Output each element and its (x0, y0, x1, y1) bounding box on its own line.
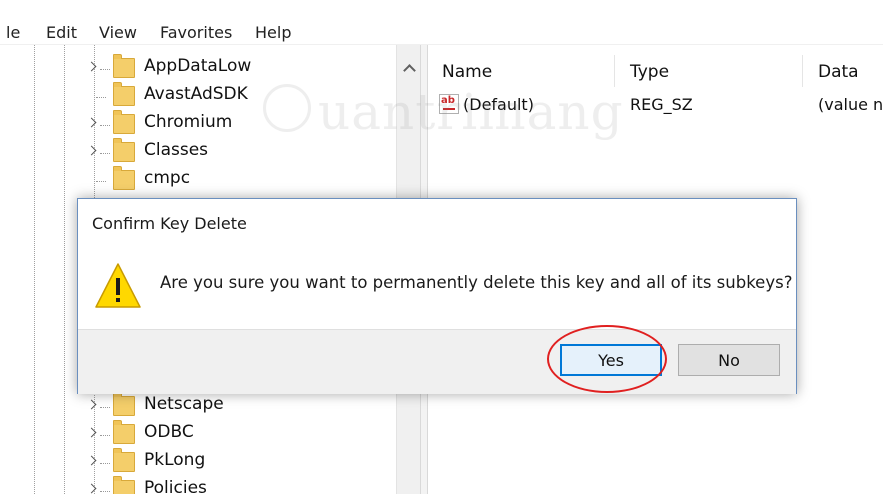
tree-item-pklong[interactable]: PkLong (0, 448, 396, 477)
tree-item-label: Netscape (144, 394, 224, 414)
menu-bar: le Edit View Favorites Help (0, 0, 883, 45)
menu-help[interactable]: Help (255, 23, 291, 42)
value-data: (value n (818, 95, 883, 114)
watermark-bulb-icon (263, 84, 311, 132)
tree-item-label: Classes (144, 140, 209, 160)
menu-file[interactable]: le (6, 23, 20, 42)
no-button[interactable]: No (678, 344, 780, 376)
chevron-right-icon[interactable] (86, 427, 97, 438)
tree-item-classes[interactable]: Classes (0, 138, 396, 167)
folder-icon (113, 138, 135, 162)
tree-connector (100, 463, 110, 464)
tree-item-label: AvastAdSDK (144, 84, 248, 104)
tree-connector (100, 69, 110, 70)
watermark-text: uantrimang (318, 83, 624, 141)
folder-icon (113, 476, 135, 494)
yes-button[interactable]: Yes (560, 344, 662, 376)
folder-icon (113, 110, 135, 134)
dialog-message: Are you sure you want to permanently del… (160, 273, 793, 292)
value-type: REG_SZ (630, 95, 693, 114)
tree-item-label: Policies (144, 478, 207, 494)
folder-icon (113, 448, 135, 472)
tree-connector (100, 491, 110, 492)
column-header-type[interactable]: Type (630, 62, 669, 82)
chevron-right-icon[interactable] (86, 117, 97, 128)
chevron-right-icon[interactable] (86, 399, 97, 410)
folder-icon (113, 82, 135, 106)
tree-item-cmpc[interactable]: cmpc (0, 166, 396, 195)
chevron-right-icon[interactable] (86, 145, 97, 156)
tree-item-appdatalow[interactable]: AppDataLow (0, 54, 396, 83)
column-divider[interactable] (802, 55, 803, 87)
scroll-up-arrow-icon[interactable] (403, 64, 416, 77)
tree-item-policies[interactable]: Policies (0, 476, 396, 494)
tree-item-label: PkLong (144, 450, 206, 470)
menu-favorites[interactable]: Favorites (160, 23, 232, 42)
tree-item-label: Chromium (144, 112, 233, 132)
folder-icon (113, 54, 135, 78)
tree-item-label: cmpc (144, 168, 191, 188)
confirm-key-delete-dialog: Confirm Key Delete Are you sure you want… (77, 198, 797, 394)
dialog-button-bar: Yes No (78, 329, 796, 394)
tree-item-odbc[interactable]: ODBC (0, 420, 396, 449)
menu-edit[interactable]: Edit (46, 23, 77, 42)
tree-connector (100, 125, 110, 126)
warning-icon (95, 263, 141, 308)
folder-icon (113, 166, 135, 190)
tree-item-label: AppDataLow (144, 56, 252, 76)
column-header-name[interactable]: Name (442, 62, 492, 82)
tree-connector (100, 407, 110, 408)
tree-connector (96, 181, 106, 182)
chevron-right-icon[interactable] (86, 483, 97, 494)
column-header-data[interactable]: Data (818, 62, 859, 82)
folder-icon (113, 392, 135, 416)
dialog-title: Confirm Key Delete (92, 214, 247, 233)
menu-view[interactable]: View (99, 23, 137, 42)
chevron-right-icon[interactable] (86, 455, 97, 466)
tree-connector (100, 153, 110, 154)
tree-item-label: ODBC (144, 422, 194, 442)
tree-connector (100, 435, 110, 436)
folder-icon (113, 420, 135, 444)
tree-item-netscape[interactable]: Netscape (0, 392, 396, 421)
tree-connector (96, 97, 106, 98)
chevron-right-icon[interactable] (86, 61, 97, 72)
